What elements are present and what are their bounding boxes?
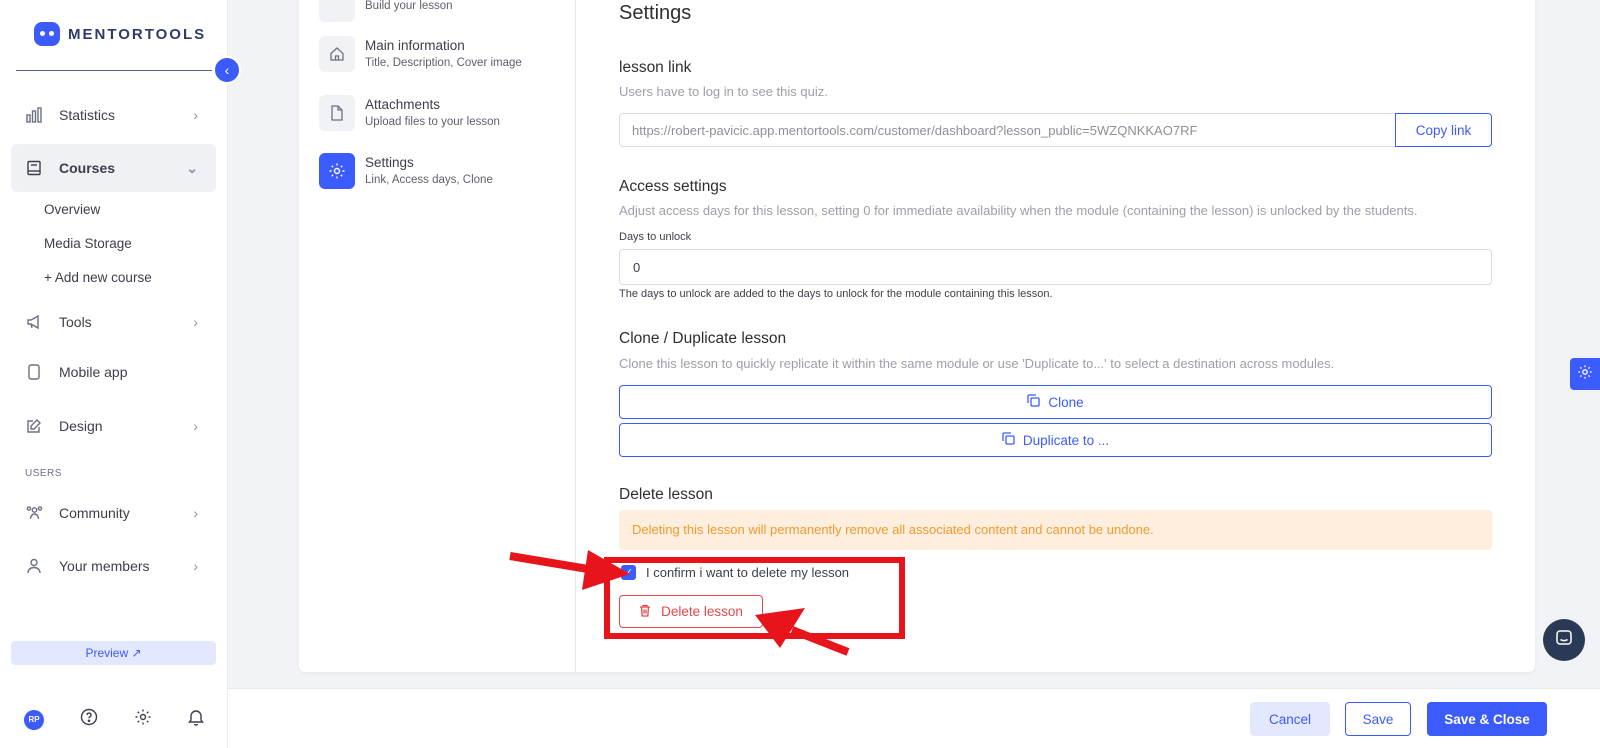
community-icon [25,504,43,522]
save-button[interactable]: Save [1345,702,1411,736]
days-to-unlock-label: Days to unlock [619,231,692,243]
copy-icon [1027,394,1041,410]
chat-icon [1555,629,1573,652]
sidebar-item-label: Design [59,418,103,434]
days-to-unlock-input[interactable]: 0 [619,249,1492,285]
copy-icon [1002,432,1015,448]
gear-icon[interactable] [134,708,152,731]
sidebar-subitem-overview[interactable]: Overview [44,202,100,217]
duplicate-to-button[interactable]: Duplicate to ... [619,423,1492,457]
section-title-delete: Delete lesson [619,486,713,503]
step-settings[interactable]: Settings Link, Access days, Clone [319,153,493,189]
logo-icon [34,22,60,46]
sidebar-item-mobile-app[interactable]: Mobile app [11,348,216,396]
step-desc: Title, Description, Cover image [365,57,522,69]
days-to-unlock-hint: The days to unlock are added to the days… [619,288,1053,300]
sidebar: MENTORTOOLS Statistics › Courses ⌄ Overv… [0,0,228,748]
chevron-right-icon: › [193,558,198,574]
mobile-icon [25,363,43,381]
gear-icon [319,153,355,189]
collapse-sidebar-button[interactable]: ‹ [213,56,241,84]
clone-label: Clone [1048,394,1084,410]
sidebar-item-label: Your members [59,558,150,574]
file-icon [319,95,355,131]
page-title: Settings [619,2,692,24]
sidebar-item-design[interactable]: Design › [11,402,216,450]
sidebar-item-label: Community [59,505,130,521]
step-title: Main information [365,38,465,53]
section-title-clone: Clone / Duplicate lesson [619,330,787,347]
brand-name: MENTORTOOLS [68,25,207,43]
chevron-right-icon: › [193,107,198,123]
step-desc: Build your lesson [365,0,453,12]
step-title: Settings [365,155,414,170]
avatar[interactable]: RP [24,709,44,730]
step-attachments[interactable]: Attachments Upload files to your lesson [319,95,500,131]
step-title: Attachments [365,97,441,112]
section-desc: Users have to log in to see this quiz. [619,84,828,99]
save-close-button[interactable]: Save & Close [1427,702,1547,736]
settings-side-tab[interactable] [1570,358,1600,390]
sidebar-subitem-add-course[interactable]: + Add new course [44,270,152,285]
chevron-down-icon: ⌄ [186,159,198,176]
sidebar-item-courses[interactable]: Courses ⌄ [11,144,216,192]
section-label-users: USERS [25,468,62,479]
section-desc: Clone this lesson to quickly replicate i… [619,356,1335,371]
sidebar-item-label: Mobile app [59,364,128,380]
step-main-information[interactable]: Main information Title, Description, Cov… [319,36,522,72]
chat-launcher-button[interactable] [1543,619,1585,661]
help-icon[interactable] [80,708,98,731]
chevron-right-icon: › [193,505,198,521]
divider [575,0,576,672]
sidebar-subitem-media-storage[interactable]: Media Storage [44,236,132,251]
brand-logo[interactable]: MENTORTOOLS [34,22,206,46]
duplicate-label: Duplicate to ... [1022,432,1110,448]
bar-chart-icon [25,106,43,124]
section-title-lesson-link: lesson link [619,59,692,76]
step-build-lesson[interactable]: Build your lesson [319,0,453,22]
sidebar-item-community[interactable]: Community › [11,489,216,537]
bell-icon[interactable] [188,708,204,731]
sidebar-bottom-bar: RP [24,708,204,731]
lesson-link-field: https://robert-pavicic.app.mentortools.c… [619,113,1492,147]
chevron-left-icon: ‹ [224,62,230,78]
delete-warning: Deleting this lesson will permanently re… [619,510,1492,550]
sidebar-item-label: Statistics [59,107,116,123]
megaphone-icon [25,313,43,331]
home-icon [319,36,355,72]
lesson-link-input[interactable]: https://robert-pavicic.app.mentortools.c… [620,114,1395,146]
edit-icon [25,417,43,435]
step-desc: Upload files to your lesson [365,116,500,128]
chevron-right-icon: › [193,418,198,434]
gear-icon [1577,364,1593,385]
sidebar-item-statistics[interactable]: Statistics › [11,91,216,139]
step-desc: Link, Access days, Clone [365,174,493,186]
annotation-highlight-box [604,557,905,639]
copy-link-button[interactable]: Copy link [1395,113,1492,147]
chevron-right-icon: › [193,314,198,330]
user-icon [25,557,43,575]
section-desc: Adjust access days for this lesson, sett… [619,203,1418,218]
divider [16,70,212,71]
sidebar-item-tools[interactable]: Tools › [11,298,216,346]
sidebar-item-your-members[interactable]: Your members › [11,542,216,590]
sidebar-item-label: Courses [59,160,116,176]
book-icon [25,159,43,177]
sidebar-item-label: Tools [59,314,92,330]
clone-button[interactable]: Clone [619,385,1492,419]
layout-icon [319,0,355,22]
section-title-access: Access settings [619,178,727,195]
cancel-button[interactable]: Cancel [1250,702,1330,736]
preview-button[interactable]: Preview ↗ [11,641,216,665]
